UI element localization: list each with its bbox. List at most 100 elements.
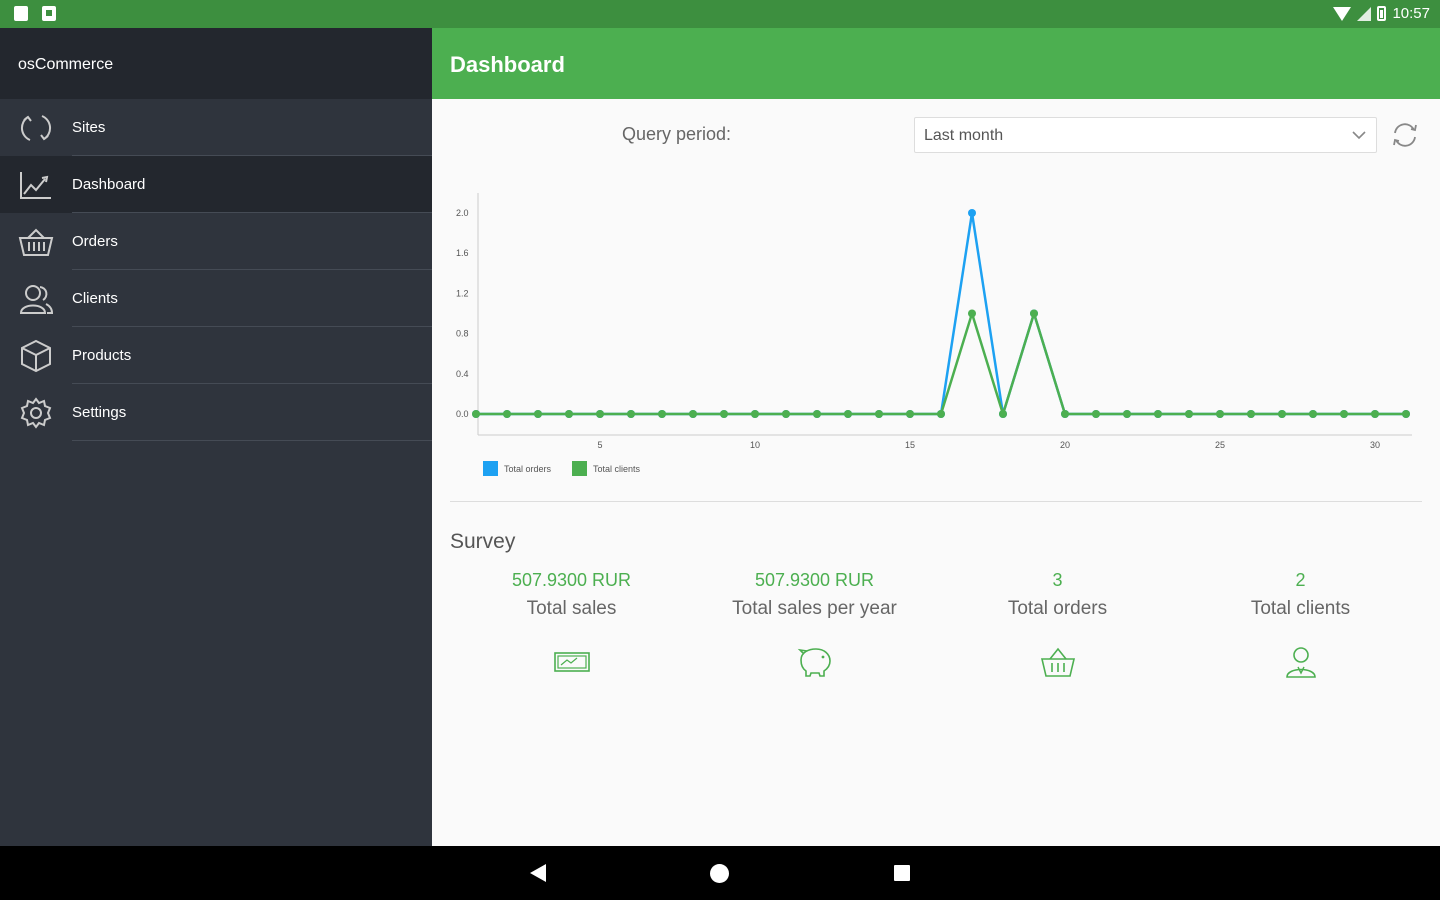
basket-icon: [1040, 647, 1075, 677]
data-point: [1123, 410, 1131, 418]
gear-icon: [20, 397, 52, 429]
data-point: [999, 410, 1007, 418]
screen: 10:57 osCommerce Sites Dashboard Orders …: [0, 0, 1440, 900]
query-period-value: Last month: [924, 127, 1004, 144]
data-point: [503, 410, 511, 418]
system-nav-bar: [0, 846, 1440, 900]
sidebar-item-dashboard[interactable]: Dashboard: [0, 156, 432, 213]
app-name: osCommerce: [18, 56, 114, 73]
data-point: [782, 410, 790, 418]
wifi-icon: [1333, 6, 1352, 21]
sidebar-item-settings[interactable]: Settings: [0, 384, 432, 441]
sidebar-item-sites[interactable]: Sites: [0, 99, 432, 156]
notification-icon-2: [42, 6, 56, 21]
user-icon: [1285, 647, 1316, 678]
sidebar-item-label: Clients: [72, 290, 118, 307]
x-tick-label: 10: [750, 440, 760, 450]
y-tick-label: 0.0: [456, 409, 469, 419]
stat-total-clients: 2 Total clients: [1179, 570, 1422, 682]
data-point: [658, 410, 666, 418]
x-tick-label: 5: [597, 440, 602, 450]
data-point: [968, 209, 976, 217]
x-tick-label: 25: [1215, 440, 1225, 450]
data-point: [1340, 410, 1348, 418]
data-point: [689, 410, 697, 418]
stat-label: Total sales: [526, 598, 617, 619]
query-period-select[interactable]: Last month: [914, 117, 1377, 153]
status-time: 10:57: [1392, 5, 1430, 22]
sidebar: osCommerce Sites Dashboard Orders Client…: [0, 28, 432, 846]
data-point: [968, 309, 976, 318]
main-content: Dashboard Query period: Last month 0.0 0.…: [432, 28, 1440, 846]
data-point: [1092, 410, 1100, 418]
sidebar-item-label: Orders: [72, 233, 118, 250]
x-tick-label: 30: [1370, 440, 1380, 450]
battery-icon: [1377, 6, 1387, 21]
sidebar-item-label: Sites: [72, 119, 106, 136]
x-tick-label: 15: [905, 440, 915, 450]
data-point: [906, 410, 914, 418]
line-chart-icon: [20, 172, 51, 199]
stat-value: 2: [1295, 570, 1306, 590]
legend-label: Total orders: [504, 464, 552, 474]
stat-total-orders: 3 Total orders: [936, 570, 1179, 682]
legend-swatch: [572, 461, 587, 476]
series-line-clients: [476, 309, 1406, 419]
sidebar-item-orders[interactable]: Orders: [0, 213, 432, 270]
divider: [450, 501, 1422, 502]
legend-label: Total clients: [593, 464, 641, 474]
status-bar: 10:57: [0, 0, 1440, 28]
data-point: [472, 410, 480, 418]
dashboard-chart: 0.0 0.4 0.8 1.2 1.6 2.0 5 10 15 20 25 30 Total order…: [456, 193, 1412, 476]
data-point: [1154, 410, 1162, 418]
page-title: Dashboard: [450, 52, 565, 77]
signal-icon: [1357, 6, 1372, 21]
query-period-label: Query period:: [622, 124, 732, 144]
y-tick-label: 1.2: [456, 288, 469, 298]
app-bar: Dashboard: [432, 28, 1440, 99]
series-line-orders: [476, 212, 1406, 416]
data-point: [720, 410, 728, 418]
refresh-circle-icon: [21, 115, 51, 141]
sidebar-item-products[interactable]: Products: [0, 327, 432, 384]
data-point: [1247, 410, 1255, 418]
data-point: [627, 410, 635, 418]
stat-label: Total orders: [1007, 598, 1108, 619]
sidebar-item-clients[interactable]: Clients: [0, 270, 432, 327]
money-card-icon: [553, 652, 590, 672]
y-tick-label: 1.6: [456, 248, 469, 258]
data-point: [1371, 410, 1379, 418]
recent-apps-icon[interactable]: [894, 865, 910, 881]
stat-value: 507.9300 RUR: [754, 570, 875, 590]
cube-icon: [21, 339, 51, 373]
users-icon: [19, 285, 54, 314]
sidebar-item-label: Settings: [72, 404, 127, 421]
data-point: [1402, 410, 1410, 418]
stat-label: Total clients: [1250, 598, 1351, 619]
data-point: [813, 410, 821, 418]
back-icon[interactable]: [530, 864, 546, 882]
notification-icon: [14, 6, 28, 21]
data-point: [1278, 410, 1286, 418]
data-point: [596, 410, 604, 418]
sidebar-header: osCommerce: [0, 28, 432, 99]
y-tick-label: 2.0: [456, 208, 469, 218]
data-point: [1309, 410, 1317, 418]
stat-label: Total sales per year: [732, 598, 897, 619]
data-point: [1185, 410, 1193, 418]
data-point: [751, 410, 759, 418]
chevron-down-icon: [1352, 131, 1366, 140]
data-point: [1061, 410, 1069, 418]
data-point: [1030, 309, 1038, 318]
stat-total-sales: 507.9300 RUR Total sales: [450, 570, 693, 682]
home-icon[interactable]: [710, 864, 729, 883]
sidebar-item-label: Products: [72, 347, 132, 364]
stat-total-sales-per-year: 507.9300 RUR Total sales per year: [693, 570, 936, 682]
basket-icon: [18, 228, 54, 256]
data-point: [844, 410, 852, 418]
y-tick-label: 0.8: [456, 329, 469, 339]
refresh-icon[interactable]: [1390, 120, 1420, 150]
legend-swatch: [483, 461, 498, 476]
sidebar-item-label: Dashboard: [72, 176, 146, 193]
piggy-bank-icon: [797, 648, 831, 677]
